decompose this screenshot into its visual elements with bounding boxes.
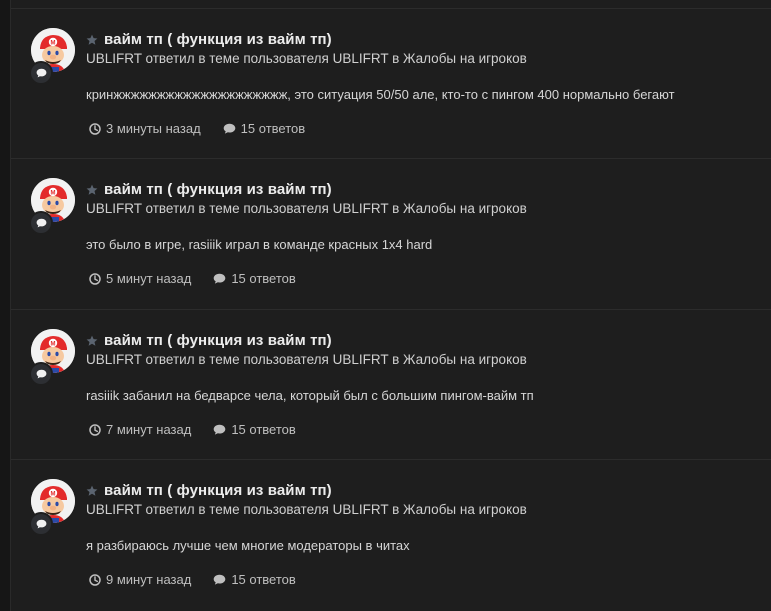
- item-subline: UBLIFRT ответил в теме пользователя UBLI…: [86, 51, 527, 66]
- item-meta: 3 минуты назад 15 ответов: [89, 121, 305, 136]
- avatar-container: M: [29, 479, 75, 536]
- star-icon: [86, 485, 98, 496]
- timestamp[interactable]: 3 минуты назад: [89, 121, 201, 136]
- timestamp[interactable]: 9 минут назад: [89, 572, 191, 587]
- comment-icon: [214, 574, 226, 585]
- reply-count: 15 ответов: [213, 572, 296, 587]
- comment-icon: [223, 123, 235, 134]
- activity-item: M вайм тп (функция из вайм тп) UBLIFRT …: [11, 309, 771, 460]
- reply-count-text: 15 ответов: [231, 422, 296, 437]
- reply-count-text: 15 ответов: [231, 572, 296, 587]
- reply-count-text: 15 ответов: [231, 271, 296, 286]
- svg-text:M: M: [51, 492, 56, 498]
- star-icon: [86, 34, 98, 45]
- item-meta: 9 минут назад 15 ответов: [89, 572, 296, 587]
- post-snippet: я разбираюсь лучше чем многие модераторы…: [86, 538, 410, 553]
- comment-badge: [29, 211, 53, 235]
- item-title-row: вайм тп ( функция из вайм тп): [86, 29, 332, 49]
- clock-icon: [89, 423, 101, 436]
- comment-icon: [36, 218, 46, 228]
- post-snippet: rasiiik забанил на бедварсе чела, которы…: [86, 388, 534, 403]
- activity-item: M вайм тп (функция из вайм тп) UBLIFRT …: [11, 8, 771, 159]
- post-snippet: кринжжжжжжжжжжжжжжжжжжжж, это ситуация 5…: [86, 87, 675, 102]
- clock-icon: [89, 272, 101, 285]
- clock-icon: [89, 122, 101, 135]
- topic-title-link[interactable]: вайм тп ( функция из вайм тп): [104, 31, 332, 48]
- clock-icon: [89, 573, 101, 586]
- timestamp-text: 3 минуты назад: [106, 121, 201, 136]
- timestamp-text: 9 минут назад: [106, 572, 192, 587]
- timestamp[interactable]: 7 минут назад: [89, 422, 191, 437]
- post-snippet: это было в игре, rasiiik играл в команде…: [86, 237, 433, 252]
- timestamp[interactable]: 5 минут назад: [89, 271, 191, 286]
- topic-title-link[interactable]: вайм тп ( функция из вайм тп): [104, 332, 332, 349]
- reply-count: 15 ответов: [213, 422, 296, 437]
- comment-icon: [36, 68, 46, 78]
- star-icon: [86, 184, 98, 195]
- avatar-container: M: [29, 28, 75, 85]
- reply-count: 15 ответов: [223, 121, 305, 136]
- comment-icon: [214, 273, 226, 284]
- item-meta: 7 минут назад 15 ответов: [89, 422, 296, 437]
- avatar-container: M: [29, 178, 75, 235]
- comment-badge: [29, 61, 53, 85]
- svg-text:M: M: [51, 342, 56, 348]
- activity-feed: M вайм тп (функция из вайм тп) UBLIFRT …: [10, 0, 771, 611]
- item-meta: 5 минут назад 15 ответов: [89, 271, 296, 286]
- avatar-container: M: [29, 329, 75, 386]
- item-subline: UBLIFRT ответил в теме пользователя UBLI…: [86, 201, 527, 216]
- comment-icon: [36, 369, 46, 379]
- reply-count: 15 ответов: [213, 271, 296, 286]
- item-title-row: вайм тп ( функция из вайм тп): [86, 179, 332, 199]
- activity-page: M вайм тп (функция из вайм тп) UBLIFRT …: [0, 0, 771, 611]
- svg-text:M: M: [51, 41, 56, 47]
- item-subline: UBLIFRT ответил в теме пользователя UBLI…: [86, 352, 527, 367]
- reply-count-text: 15 ответов: [240, 121, 306, 136]
- activity-item: M вайм тп (функция из вайм тп) UBLIFRT …: [11, 459, 771, 610]
- item-title-row: вайм тп ( функция из вайм тп): [86, 480, 332, 500]
- topic-title-link[interactable]: вайм тп ( функция из вайм тп): [104, 482, 332, 499]
- timestamp-text: 5 минут назад: [106, 271, 192, 286]
- comment-icon: [36, 519, 46, 529]
- activity-item: M вайм тп (функция из вайм тп) UBLIFRT …: [11, 158, 771, 309]
- svg-text:M: M: [51, 191, 56, 197]
- item-title-row: вайм тп ( функция из вайм тп): [86, 330, 332, 350]
- comment-badge: [29, 512, 53, 536]
- comment-badge: [29, 362, 53, 386]
- topic-title-link[interactable]: вайм тп ( функция из вайм тп): [104, 181, 332, 198]
- timestamp-text: 7 минут назад: [106, 422, 192, 437]
- comment-icon: [214, 424, 226, 435]
- star-icon: [86, 335, 98, 346]
- item-subline: UBLIFRT ответил в теме пользователя UBLI…: [86, 502, 527, 517]
